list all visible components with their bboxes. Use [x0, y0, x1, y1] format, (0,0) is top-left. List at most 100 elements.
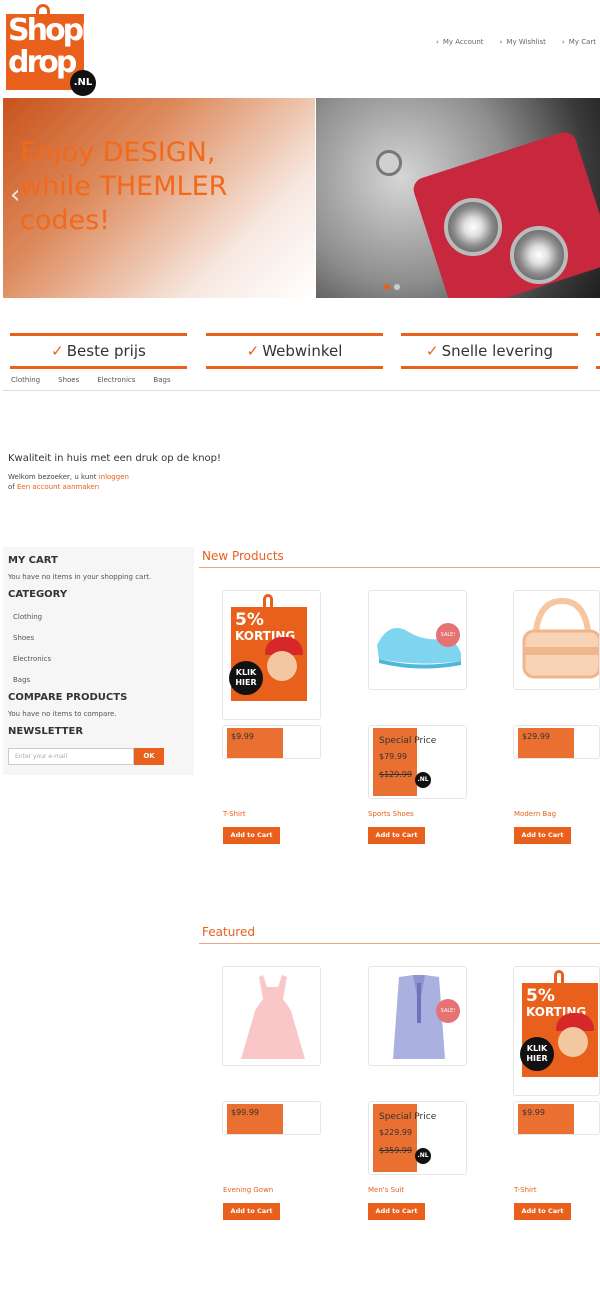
usp-beste-prijs: ✓ Beste prijs [10, 333, 187, 369]
monkey-face-shape [558, 1027, 588, 1057]
bag-icon [522, 597, 599, 679]
promo-bag-handle [263, 594, 273, 608]
price-box: $29.99 [513, 725, 600, 759]
product-image-tshirt[interactable]: 5% KORTING KLIK HIER [513, 966, 600, 1096]
my-wishlist-label: My Wishlist [506, 38, 546, 46]
special-price-value: $79.99 [379, 752, 407, 761]
product-image-modern-bag[interactable] [513, 590, 600, 690]
check-icon: ✓ [246, 342, 260, 360]
promo-percent: 5% [235, 610, 264, 630]
hero-headline: Enjoy DESIGN, while THEMLER codes! [20, 137, 228, 236]
product-price: $99.99 [231, 1108, 259, 1117]
slider-dot[interactable] [384, 284, 390, 290]
check-icon: ✓ [51, 342, 64, 360]
nav-clothing[interactable]: Clothing [11, 376, 40, 384]
welcome-text: of [8, 483, 17, 491]
price-box-special: Special Price $229.99 $359.99 .NL [368, 1101, 467, 1175]
product-image-sports-shoes[interactable]: SALE! [368, 590, 467, 690]
product-price: $9.99 [522, 1108, 545, 1117]
slider-pagination [384, 284, 400, 290]
sidebar-category-clothing[interactable]: Clothing [13, 613, 42, 621]
category-nav: Clothing Shoes Electronics Bags [3, 370, 600, 391]
my-cart-link[interactable]: › My Cart [562, 38, 596, 46]
usp-webwinkel: ✓ Webwinkel [206, 333, 383, 369]
my-cart-label: My Cart [568, 38, 596, 46]
add-to-cart-button[interactable]: Add to Cart [514, 827, 571, 844]
special-price-label: Special Price [379, 736, 437, 746]
price-box: $9.99 [513, 1101, 600, 1135]
newsletter-email-input[interactable]: Enter your e-mail [8, 748, 134, 765]
special-price-label: Special Price [379, 1112, 437, 1122]
lamp-lens-shape [510, 226, 568, 284]
bolt-shape [376, 150, 402, 176]
site-logo[interactable]: Shopn drop .NL [6, 4, 102, 96]
add-to-cart-button[interactable]: Add to Cart [514, 1203, 571, 1220]
sale-badge: SALE! [436, 999, 460, 1023]
my-account-link[interactable]: › My Account [436, 38, 484, 46]
logo-line1: Shopn [8, 13, 102, 48]
logo-badge: .NL [415, 1148, 431, 1164]
usp-partial [596, 333, 600, 369]
promo-klik-hier: KLIK HIER [520, 1037, 554, 1071]
add-to-cart-button[interactable]: Add to Cart [223, 827, 280, 844]
add-to-cart-button[interactable]: Add to Cart [368, 1203, 425, 1220]
sale-badge: SALE! [436, 623, 460, 647]
login-link[interactable]: inloggen [99, 473, 129, 481]
sidebar: MY CART You have no items in your shoppi… [3, 547, 194, 775]
price-box-special: Special Price $79.99 $129.99 .NL [368, 725, 467, 799]
product-name[interactable]: Modern Bag [514, 810, 556, 818]
add-to-cart-button[interactable]: Add to Cart [223, 1203, 280, 1220]
slider-dot[interactable] [394, 284, 400, 290]
product-name[interactable]: T-Shirt [514, 1186, 537, 1194]
nav-shoes[interactable]: Shoes [58, 376, 79, 384]
logo-badge: .NL [70, 70, 96, 96]
logo-badge: .NL [415, 772, 431, 788]
nav-bags[interactable]: Bags [153, 376, 170, 384]
register-link[interactable]: Een account aanmaken [17, 483, 99, 491]
newsletter-title: NEWSLETTER [8, 726, 84, 737]
check-icon: ✓ [425, 342, 439, 360]
my-wishlist-link[interactable]: › My Wishlist [500, 38, 546, 46]
usp-label: Snelle levering [441, 342, 554, 360]
lamp-lens-shape [444, 198, 502, 256]
cart-empty-text: You have no items in your shopping cart. [8, 573, 152, 581]
old-price-value: $359.99 [379, 1146, 413, 1155]
logo-line2: drop [8, 45, 77, 80]
my-account-label: My Account [442, 38, 484, 46]
product-name[interactable]: Men's Suit [368, 1186, 404, 1194]
product-name[interactable]: T-Shirt [223, 810, 246, 818]
promo-bag-handle [554, 970, 564, 984]
product-image-evening-gown[interactable] [222, 966, 321, 1066]
section-divider [199, 943, 600, 944]
product-image-tshirt[interactable]: 5% KORTING KLIK HIER [222, 590, 321, 720]
promo-banner: 5% KORTING KLIK HIER [229, 607, 307, 701]
add-to-cart-button[interactable]: Add to Cart [368, 827, 425, 844]
featured-title: Featured [202, 925, 255, 939]
usp-snelle-levering: ✓ Snelle levering [401, 333, 578, 369]
promo-klik-hier: KLIK HIER [229, 661, 263, 695]
compare-empty-text: You have no items to compare. [8, 710, 117, 718]
product-name[interactable]: Sports Shoes [368, 810, 414, 818]
newsletter-submit-button[interactable]: OK [134, 748, 164, 765]
slider-prev-arrow[interactable]: ‹ [10, 182, 20, 208]
promo-banner: 5% KORTING KLIK HIER [520, 983, 598, 1077]
price-box: $9.99 [222, 725, 321, 759]
sidebar-category-bags[interactable]: Bags [13, 676, 30, 684]
product-image-mens-suit[interactable]: SALE! [368, 966, 467, 1066]
product-price: $29.99 [522, 732, 550, 741]
welcome-message: Welkom bezoeker, u kunt inloggen of Een … [8, 472, 129, 492]
usp-label: Webwinkel [262, 342, 343, 360]
sidebar-category-shoes[interactable]: Shoes [13, 634, 34, 642]
nav-electronics[interactable]: Electronics [97, 376, 135, 384]
category-title: CATEGORY [8, 589, 68, 600]
old-price-value: $129.99 [379, 770, 413, 779]
chevron-right-icon: › [499, 38, 503, 46]
product-name[interactable]: Evening Gown [223, 1186, 273, 1194]
monkey-face-shape [267, 651, 297, 681]
special-price-value: $229.99 [379, 1128, 413, 1137]
chevron-right-icon: › [435, 38, 439, 46]
price-box: $99.99 [222, 1101, 321, 1135]
dress-icon [241, 975, 305, 1059]
welcome-heading: Kwaliteit in huis met een druk op de kno… [8, 453, 222, 464]
sidebar-category-electronics[interactable]: Electronics [13, 655, 51, 663]
